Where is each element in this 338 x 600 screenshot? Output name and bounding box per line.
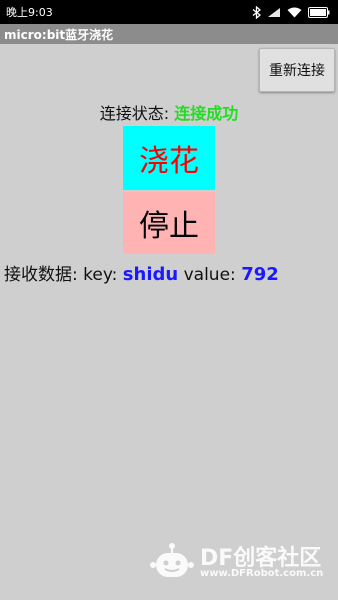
status-time: 晚上9:03 [6,6,53,19]
connection-status: 连接状态: 连接成功 [0,100,338,124]
received-data: 接收数据: key: shidu value: 792 [4,260,279,285]
connection-status-value: 连接成功 [174,104,239,123]
app-title-bar: micro:bit蓝牙浇花 [0,24,338,44]
received-value: 792 [241,264,279,285]
watermark-url: www.DFRobot.com.cn [200,568,324,579]
received-label: 接收数据: key: [4,265,123,285]
bluetooth-icon [252,5,261,19]
watermark: DF创客社区 www.DFRobot.com.cn [150,538,338,588]
water-button[interactable]: 浇花 [123,126,215,190]
value-label: value: [178,265,242,285]
received-key: shidu [122,264,179,285]
status-bar: 晚上9:03 [0,0,338,24]
connection-label: 连接状态: [99,104,175,123]
status-icons [252,5,330,19]
app-title: micro:bit蓝牙浇花 [4,27,114,42]
reconnect-button[interactable]: 重新连接 [259,48,335,92]
wifi-icon [287,7,302,18]
battery-icon [308,6,330,18]
dfrobot-logo-icon [150,542,194,586]
signal-icon [267,7,281,18]
stop-button[interactable]: 停止 [123,192,215,254]
